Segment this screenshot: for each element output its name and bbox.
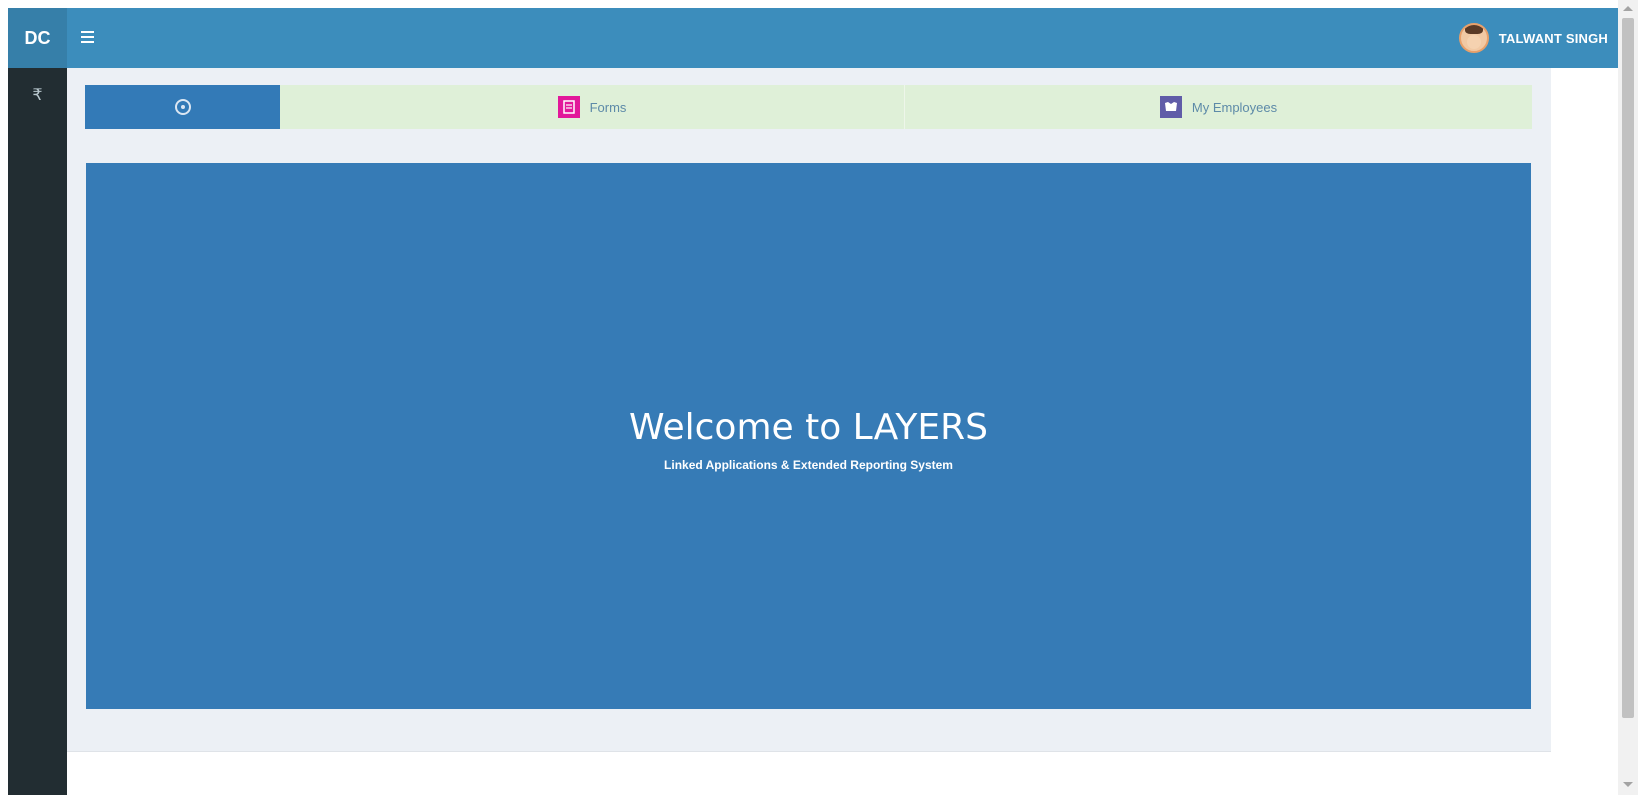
scroll-up-icon[interactable] [1623, 6, 1633, 11]
welcome-title: Welcome to LAYERS [628, 406, 988, 448]
footer [67, 751, 1551, 795]
app-window: DC ₹ TALWANT SINGH Forms My Employees We… [8, 8, 1618, 795]
scroll-thumb[interactable] [1622, 18, 1634, 718]
user-menu[interactable]: TALWANT SINGH [1458, 21, 1608, 55]
scroll-down-icon[interactable] [1623, 782, 1633, 787]
tab-forms-label: Forms [589, 99, 627, 115]
dashboard-icon [174, 99, 191, 115]
tab-my-employees[interactable]: My Employees [905, 85, 1532, 129]
tab-my-employees-label: My Employees [1191, 99, 1278, 115]
vertical-scrollbar[interactable] [1618, 0, 1638, 795]
brand-logo[interactable]: DC [8, 8, 67, 68]
sidebar: DC ₹ [8, 8, 67, 795]
top-navbar: TALWANT SINGH [67, 8, 1618, 68]
user-avatar-icon [1458, 23, 1489, 53]
employees-icon [1159, 96, 1182, 118]
tab-dashboard[interactable] [85, 85, 280, 129]
rupee-icon: ₹ [32, 84, 43, 104]
sidebar-item-rupee[interactable]: ₹ [8, 80, 67, 108]
welcome-subtitle: Linked Applications & Extended Reporting… [664, 457, 953, 472]
module-tabs: Forms My Employees [85, 85, 1532, 129]
main-content: Forms My Employees Welcome to LAYERS Lin… [67, 68, 1551, 751]
welcome-banner: Welcome to LAYERS Linked Applications & … [86, 163, 1531, 709]
form-icon [557, 96, 580, 118]
tab-forms[interactable]: Forms [280, 85, 905, 129]
hamburger-icon[interactable] [81, 27, 101, 47]
user-name: TALWANT SINGH [1498, 30, 1608, 46]
